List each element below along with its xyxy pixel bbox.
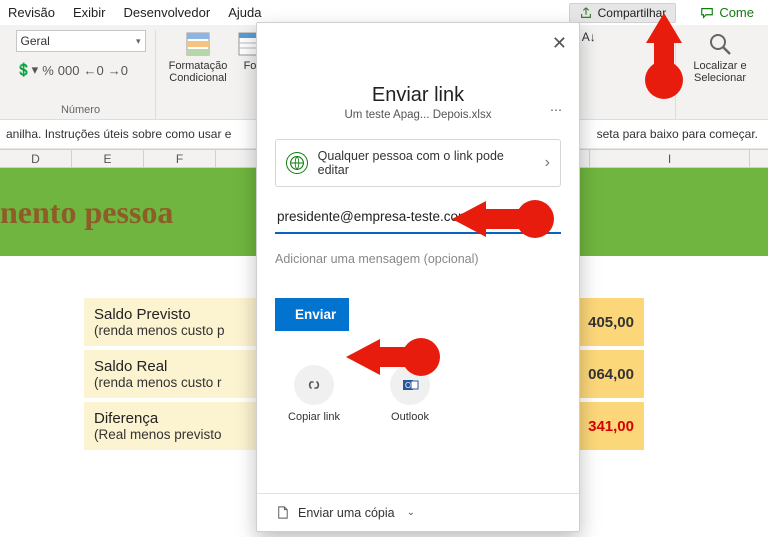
conditional-formatting-icon xyxy=(184,30,212,58)
annotation-arrow-send xyxy=(346,338,440,376)
sort-filter-button[interactable]: A↓ xyxy=(582,30,596,48)
inc-decimal-button[interactable]: ←0 xyxy=(83,62,103,78)
chevron-down-icon: ⌄ xyxy=(407,507,415,518)
globe-icon xyxy=(286,152,308,174)
tab-revisao[interactable]: Revisão xyxy=(8,5,55,20)
tab-exibir[interactable]: Exibir xyxy=(73,5,106,20)
annotation-arrow-email xyxy=(452,200,554,238)
col-D[interactable]: D xyxy=(0,150,72,167)
link-icon xyxy=(294,365,334,405)
dec-decimal-button[interactable]: →0 xyxy=(108,62,128,78)
copy-link-button[interactable]: Copiar link xyxy=(283,365,345,423)
comment-label: Come xyxy=(719,5,754,20)
annotation-arrow-share xyxy=(645,13,683,99)
comment-icon xyxy=(700,6,714,20)
comment-button[interactable]: Come xyxy=(694,3,760,22)
dialog-more-button[interactable]: ⋯ xyxy=(550,103,563,117)
col-F[interactable]: F xyxy=(144,150,216,167)
help-text-left: anilha. Instruções úteis sobre como usar… xyxy=(6,127,231,141)
col-I[interactable]: I xyxy=(590,150,750,167)
number-format-value: Geral xyxy=(21,34,50,48)
number-format-combo[interactable]: Geral ▾ xyxy=(16,30,146,52)
thousands-button[interactable]: 000 xyxy=(58,62,80,78)
link-permissions-button[interactable]: Qualquer pessoa com o link pode editar › xyxy=(275,139,561,187)
share-icon xyxy=(579,6,593,20)
dialog-subtitle: Um teste Apag... Depois.xlsx xyxy=(257,109,579,121)
find-select-button[interactable]: Localizar e Selecionar xyxy=(686,30,754,84)
send-copy-button[interactable]: Enviar uma cópia ⌄ xyxy=(257,493,579,531)
chevron-down-icon: ▾ xyxy=(136,36,141,47)
help-text-right: seta para baixo para começar. xyxy=(597,127,758,141)
conditional-formatting-button[interactable]: Formatação Condicional xyxy=(164,30,232,84)
percent-button[interactable]: % xyxy=(42,62,54,78)
send-link-dialog: ✕ Enviar link Um teste Apag... Depois.xl… xyxy=(256,22,580,532)
permission-text: Qualquer pessoa com o link pode editar xyxy=(318,149,535,177)
svg-text:O: O xyxy=(405,381,411,390)
group-number-label: Número xyxy=(61,103,100,119)
page-icon xyxy=(275,505,290,520)
message-input[interactable]: Adicionar uma mensagem (opcional) xyxy=(275,252,561,266)
send-button[interactable]: Enviar xyxy=(275,298,349,331)
tab-desenvolvedor[interactable]: Desenvolvedor xyxy=(123,5,210,20)
tab-ajuda[interactable]: Ajuda xyxy=(228,5,261,20)
dialog-title: Enviar link xyxy=(257,84,579,107)
col-E[interactable]: E xyxy=(72,150,144,167)
dialog-close-button[interactable]: ✕ xyxy=(552,33,567,54)
chevron-right-icon: › xyxy=(545,154,550,172)
magnifier-icon xyxy=(706,30,734,58)
currency-button[interactable]: 💲▾ xyxy=(16,62,39,78)
